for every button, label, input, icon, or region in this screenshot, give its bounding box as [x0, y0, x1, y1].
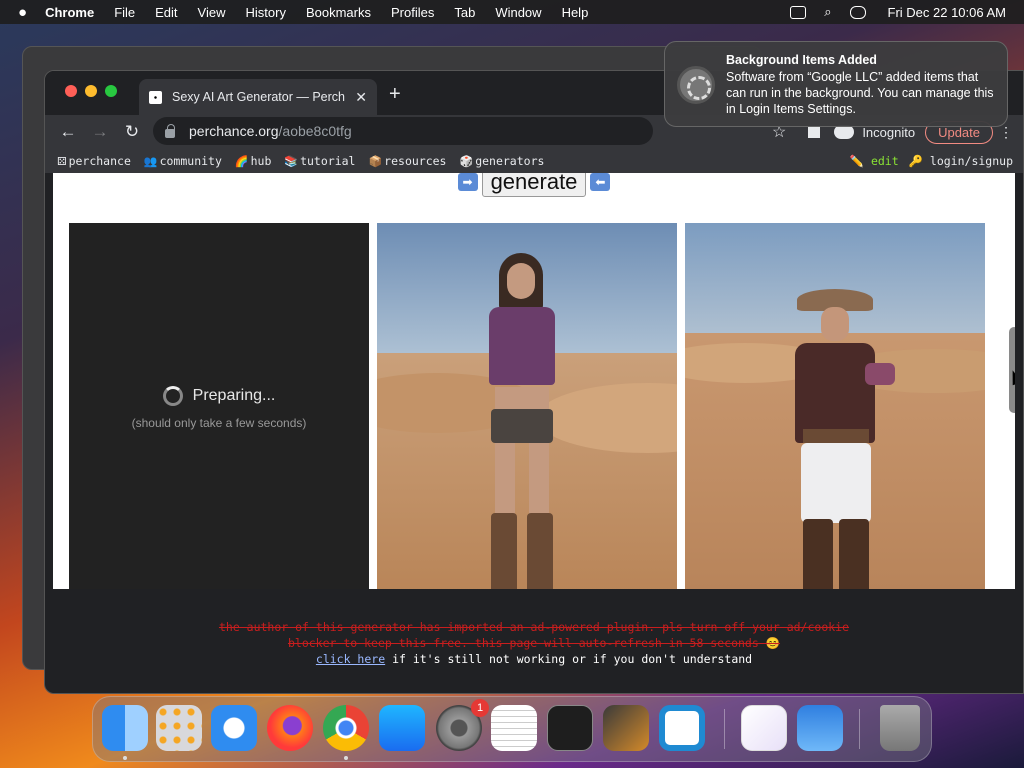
screen-mirroring-icon[interactable] — [790, 5, 807, 19]
generate-button[interactable]: generate — [481, 173, 587, 197]
address-bar[interactable]: perchance.org/aobe8c0tfg — [153, 117, 653, 145]
generated-image-2[interactable] — [685, 223, 985, 589]
side-panel-icon[interactable] — [808, 126, 821, 138]
settings-badge: 1 — [471, 699, 489, 717]
nav-link-generators[interactable]: 🎲 generators — [459, 154, 544, 168]
die-icon: 🎲 — [459, 155, 474, 168]
chrome-window: Sexy AI Art Generator — Perch ✕ + ← → ↻ … — [44, 70, 1024, 694]
dock-separator — [724, 709, 725, 749]
apple-menu-icon[interactable]: ● — [18, 4, 27, 21]
visual-studio-icon[interactable] — [741, 705, 787, 751]
nav-link-hub[interactable]: 🌈 hub — [235, 154, 271, 168]
menu-profiles[interactable]: Profiles — [391, 5, 434, 20]
generated-image-1[interactable] — [377, 223, 677, 589]
login-label: login/signup — [929, 154, 1013, 168]
active-tab[interactable]: Sexy AI Art Generator — Perch ✕ — [139, 79, 377, 115]
nav-link-label: community — [159, 154, 222, 168]
chrome-icon[interactable] — [323, 705, 369, 751]
menu-bookmarks[interactable]: Bookmarks — [306, 5, 371, 20]
menu-file[interactable]: File — [114, 5, 135, 20]
reload-button[interactable]: ↻ — [123, 122, 141, 142]
firefox-icon[interactable] — [267, 705, 313, 751]
nav-link-resources[interactable]: 📦 resources — [368, 154, 446, 168]
notice-line-2: blocker to keep this free. this page wil… — [287, 636, 781, 650]
generate-row: ➡ generate ⬅ — [53, 173, 1015, 197]
menu-edit[interactable]: Edit — [155, 5, 177, 20]
menu-clock[interactable]: Fri Dec 22 10:06 AM — [888, 5, 1007, 20]
click-here-link[interactable]: click here — [316, 652, 385, 666]
nav-link-tutorial[interactable]: 📚 tutorial — [284, 154, 355, 168]
menu-tab[interactable]: Tab — [454, 5, 475, 20]
terminal-icon[interactable] — [547, 705, 593, 751]
page-content: ➡ generate ⬅ Preparing... (should only t… — [53, 173, 1015, 589]
lock-icon[interactable] — [165, 123, 175, 138]
login-signup-link[interactable]: 🔑 login/signup — [909, 154, 1013, 168]
system-settings-gear-icon — [677, 66, 715, 104]
menu-window[interactable]: Window — [495, 5, 541, 20]
garageband-icon[interactable] — [603, 705, 649, 751]
nav-link-label: generators — [475, 154, 545, 168]
package-icon: 📦 — [368, 155, 383, 168]
nav-link-label: tutorial — [300, 154, 356, 168]
dock: 1 — [92, 696, 932, 762]
new-tab-button[interactable]: + — [389, 83, 401, 106]
safari-icon[interactable] — [211, 705, 257, 751]
incognito-icon — [834, 125, 855, 139]
nav-link-label: hub — [250, 154, 272, 168]
nav-link-label: perchance — [68, 154, 131, 168]
nav-link-community[interactable]: 👥 community — [144, 154, 222, 168]
running-indicator — [123, 756, 127, 760]
weather-icon[interactable] — [797, 705, 843, 751]
edit-label: edit — [870, 154, 899, 168]
vscode-icon[interactable] — [659, 705, 705, 751]
notice-line-3: click here if it's still not working or … — [53, 651, 1015, 667]
menu-help[interactable]: Help — [562, 5, 589, 20]
preparing-subtext: (should only take a few seconds) — [131, 416, 307, 430]
edit-link[interactable]: ✏️ edit — [850, 154, 899, 168]
perchance-favicon-icon — [149, 90, 162, 104]
url-host: perchance.org — [189, 123, 279, 139]
notice-line-3-text: if it's still not working or if you don'… — [385, 652, 753, 666]
finder-icon[interactable] — [102, 705, 148, 751]
zoom-window-button[interactable] — [105, 85, 117, 97]
people-icon: 👥 — [143, 155, 158, 168]
rainbow-icon: 🌈 — [234, 155, 249, 168]
app-store-icon[interactable] — [379, 705, 425, 751]
adblock-notice: the author of this generator has importe… — [53, 589, 1015, 693]
tab-title: Sexy AI Art Generator — Perch — [172, 90, 345, 104]
notification-title: Background Items Added — [726, 53, 877, 67]
left-arrow-icon: ⬅ — [590, 173, 611, 191]
perchance-nav-bar: ⚄ perchance 👥 community 🌈 hub 📚 tutorial 📦 re… — [45, 149, 1023, 173]
trash-icon[interactable] — [880, 705, 920, 751]
url-path: /aobe8c0tfg — [278, 123, 352, 139]
notice-line-1: the author of this generator has importe… — [218, 620, 850, 634]
close-window-button[interactable] — [65, 85, 77, 97]
minimize-window-button[interactable] — [85, 85, 97, 97]
dice-icon: ⚄ — [57, 155, 67, 168]
chrome-menu-icon[interactable]: ⋮ — [999, 124, 1013, 141]
menu-app-name[interactable]: Chrome — [45, 5, 94, 20]
menu-history[interactable]: History — [246, 5, 286, 20]
dock-separator — [859, 709, 860, 749]
right-arrow-icon: ➡ — [457, 173, 478, 191]
background-items-notification[interactable]: Background Items Added Software from “Go… — [664, 41, 1008, 127]
menu-bar: ● Chrome File Edit View History Bookmark… — [0, 0, 1024, 24]
preparing-text: Preparing... — [192, 387, 276, 404]
menu-view[interactable]: View — [198, 5, 226, 20]
forward-button[interactable]: → — [91, 122, 109, 142]
nav-link-perchance[interactable]: ⚄ perchance — [57, 154, 131, 168]
running-indicator — [344, 756, 348, 760]
launchpad-icon[interactable] — [156, 705, 202, 751]
image-card-loading: Preparing... (should only take a few sec… — [69, 223, 369, 589]
close-tab-icon[interactable]: ✕ — [355, 89, 367, 106]
spotlight-search-icon[interactable]: ⌕ — [824, 4, 831, 20]
textedit-icon[interactable] — [491, 705, 537, 751]
loading-spinner-icon — [162, 386, 183, 406]
nav-link-label: resources — [384, 154, 447, 168]
back-button[interactable]: ← — [59, 122, 77, 142]
books-icon: 📚 — [284, 155, 299, 168]
control-center-icon[interactable] — [849, 5, 866, 19]
notification-body: Software from “Google LLC” added items t… — [726, 70, 994, 116]
